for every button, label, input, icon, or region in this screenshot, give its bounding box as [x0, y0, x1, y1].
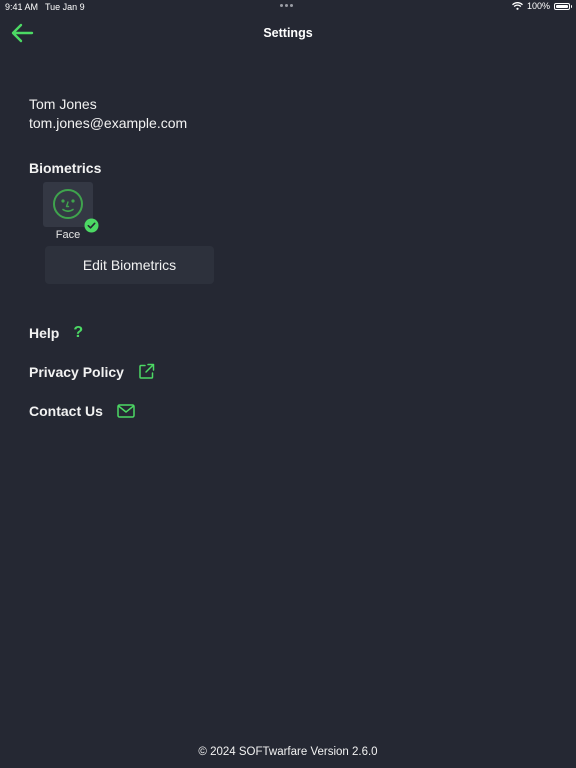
version-footer: © 2024 SOFTwarfare Version 2.6.0 [198, 746, 378, 758]
settings-screen: 9:41 AM Tue Jan 9 100% Settings Tom Jone… [0, 0, 576, 768]
battery-percent: 100% [526, 1, 550, 11]
biometrics-heading: Biometrics [29, 160, 102, 176]
user-email: tom.jones@example.com [29, 115, 188, 131]
status-bar: 9:41 AM Tue Jan 9 100% [0, 0, 576, 14]
privacy-policy-label: Privacy Policy [29, 363, 124, 380]
external-link-icon [139, 363, 155, 379]
status-date: Tue Jan 9 [45, 2, 85, 12]
battery-icon [554, 2, 572, 10]
contact-us-label: Contact Us [29, 403, 103, 419]
wifi-icon [512, 2, 523, 10]
status-indicators: 100% [512, 1, 572, 11]
multitasking-dots-icon[interactable] [280, 4, 293, 7]
edit-biometrics-button[interactable]: Edit Biometrics [45, 246, 214, 284]
question-mark-icon: ? [73, 324, 84, 341]
face-icon [53, 189, 83, 219]
mail-icon [117, 404, 135, 418]
privacy-policy-link[interactable]: Privacy Policy [29, 363, 155, 380]
contact-us-link[interactable]: Contact Us [29, 403, 135, 419]
face-label: Face [55, 229, 81, 241]
user-name: Tom Jones [29, 96, 97, 112]
help-link[interactable]: Help ? [29, 324, 83, 342]
status-time: 9:41 AM [5, 2, 39, 12]
page-title: Settings [263, 26, 313, 40]
help-label: Help [29, 325, 60, 341]
nav-bar: Settings [0, 14, 576, 52]
